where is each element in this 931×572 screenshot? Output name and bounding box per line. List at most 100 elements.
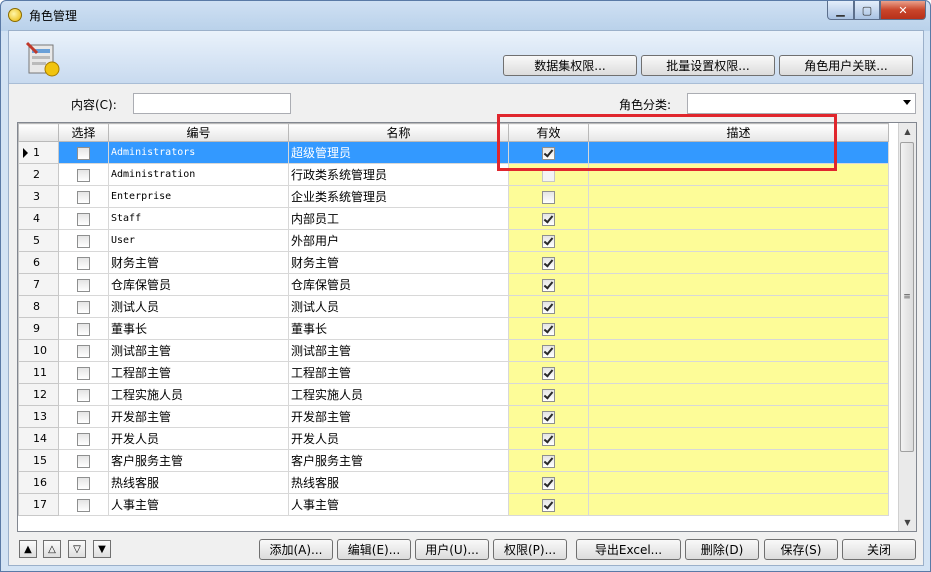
- select-cell[interactable]: [58, 251, 109, 274]
- select-cell[interactable]: [58, 207, 109, 230]
- valid-cell[interactable]: [508, 317, 589, 340]
- valid-cell[interactable]: [508, 251, 589, 274]
- row-number[interactable]: 6: [18, 251, 59, 274]
- code-cell[interactable]: Administration: [108, 163, 289, 186]
- name-cell[interactable]: 超级管理员: [288, 141, 509, 164]
- select-checkbox[interactable]: [77, 410, 90, 424]
- name-cell[interactable]: 人事主管: [288, 493, 509, 516]
- code-cell[interactable]: 仓库保管员: [108, 273, 289, 296]
- code-cell[interactable]: 开发人员: [108, 427, 289, 450]
- select-cell[interactable]: [58, 383, 109, 406]
- select-cell[interactable]: [58, 405, 109, 428]
- description-cell[interactable]: [588, 163, 889, 186]
- select-checkbox[interactable]: [77, 366, 90, 380]
- description-cell[interactable]: [588, 361, 889, 384]
- dataset-permission-button[interactable]: 数据集权限...: [503, 55, 637, 76]
- select-cell[interactable]: [58, 185, 109, 208]
- select-checkbox[interactable]: [77, 498, 90, 512]
- select-cell[interactable]: [58, 295, 109, 318]
- valid-cell[interactable]: [508, 383, 589, 406]
- table-row[interactable]: 17 人事主管 人事主管: [18, 493, 889, 516]
- code-cell[interactable]: 工程部主管: [108, 361, 289, 384]
- close-window-button[interactable]: ✕: [880, 1, 926, 20]
- description-cell[interactable]: [588, 141, 889, 164]
- select-cell[interactable]: [58, 141, 109, 164]
- select-cell[interactable]: [58, 273, 109, 296]
- role-user-link-button[interactable]: 角色用户关联...: [779, 55, 913, 76]
- select-checkbox[interactable]: [77, 322, 90, 336]
- row-number[interactable]: 8: [18, 295, 59, 318]
- valid-cell[interactable]: [508, 449, 589, 472]
- row-number[interactable]: 15: [18, 449, 59, 472]
- row-number[interactable]: 11: [18, 361, 59, 384]
- code-cell[interactable]: 热线客服: [108, 471, 289, 494]
- row-number[interactable]: 4: [18, 207, 59, 230]
- valid-cell[interactable]: [508, 185, 589, 208]
- description-cell[interactable]: [588, 493, 889, 516]
- move-down-button[interactable]: ▽: [68, 540, 86, 558]
- valid-checkbox[interactable]: [542, 410, 555, 424]
- valid-checkbox[interactable]: [542, 256, 555, 270]
- column-header-description[interactable]: 描述: [588, 123, 889, 142]
- valid-checkbox[interactable]: [542, 146, 555, 160]
- scroll-down-arrow-icon[interactable]: ▼: [899, 514, 916, 531]
- valid-cell[interactable]: [508, 361, 589, 384]
- column-header-name[interactable]: 名称: [288, 123, 509, 142]
- row-number[interactable]: 1: [18, 141, 59, 164]
- description-cell[interactable]: [588, 383, 889, 406]
- select-checkbox[interactable]: [77, 234, 90, 248]
- code-cell[interactable]: Staff: [108, 207, 289, 230]
- valid-checkbox[interactable]: [542, 212, 555, 226]
- select-checkbox[interactable]: [77, 454, 90, 468]
- description-cell[interactable]: [588, 449, 889, 472]
- row-number[interactable]: 13: [18, 405, 59, 428]
- name-cell[interactable]: 董事长: [288, 317, 509, 340]
- valid-checkbox[interactable]: [542, 498, 555, 512]
- scroll-up-arrow-icon[interactable]: ▲: [899, 123, 916, 140]
- description-cell[interactable]: [588, 229, 889, 252]
- permission-button[interactable]: 权限(P)...: [493, 539, 567, 560]
- column-header-valid[interactable]: 有效: [508, 123, 589, 142]
- add-button[interactable]: 添加(A)...: [259, 539, 333, 560]
- row-number[interactable]: 10: [18, 339, 59, 362]
- name-cell[interactable]: 财务主管: [288, 251, 509, 274]
- table-row[interactable]: 1 Administrators 超级管理员: [18, 141, 889, 164]
- valid-cell[interactable]: [508, 471, 589, 494]
- row-number[interactable]: 7: [18, 273, 59, 296]
- name-cell[interactable]: 企业类系统管理员: [288, 185, 509, 208]
- valid-checkbox[interactable]: [542, 190, 555, 204]
- code-cell[interactable]: 董事长: [108, 317, 289, 340]
- valid-cell[interactable]: [508, 207, 589, 230]
- description-cell[interactable]: [588, 317, 889, 340]
- code-cell[interactable]: 财务主管: [108, 251, 289, 274]
- select-checkbox[interactable]: [77, 388, 90, 402]
- select-cell[interactable]: [58, 163, 109, 186]
- row-number[interactable]: 9: [18, 317, 59, 340]
- vertical-scrollbar[interactable]: ▲ ≡ ▼: [898, 123, 916, 531]
- description-cell[interactable]: [588, 405, 889, 428]
- export-excel-button[interactable]: 导出Excel...: [576, 539, 681, 560]
- description-cell[interactable]: [588, 207, 889, 230]
- select-cell[interactable]: [58, 317, 109, 340]
- select-checkbox[interactable]: [77, 212, 90, 226]
- select-checkbox[interactable]: [77, 256, 90, 270]
- valid-cell[interactable]: [508, 493, 589, 516]
- name-cell[interactable]: 测试部主管: [288, 339, 509, 362]
- table-row[interactable]: 7 仓库保管员 仓库保管员: [18, 273, 889, 296]
- select-cell[interactable]: [58, 493, 109, 516]
- table-row[interactable]: 9 董事长 董事长: [18, 317, 889, 340]
- select-cell[interactable]: [58, 427, 109, 450]
- dropdown-arrow-icon[interactable]: [903, 100, 911, 105]
- table-row[interactable]: 8 测试人员 测试人员: [18, 295, 889, 318]
- code-cell[interactable]: 测试人员: [108, 295, 289, 318]
- select-checkbox[interactable]: [77, 190, 90, 204]
- name-cell[interactable]: 内部员工: [288, 207, 509, 230]
- table-row[interactable]: 5 User 外部用户: [18, 229, 889, 252]
- select-cell[interactable]: [58, 471, 109, 494]
- close-button[interactable]: 关闭: [842, 539, 916, 560]
- valid-cell[interactable]: [508, 229, 589, 252]
- name-cell[interactable]: 行政类系统管理员: [288, 163, 509, 186]
- valid-checkbox[interactable]: [542, 476, 555, 490]
- move-last-button[interactable]: ▼: [93, 540, 111, 558]
- name-cell[interactable]: 仓库保管员: [288, 273, 509, 296]
